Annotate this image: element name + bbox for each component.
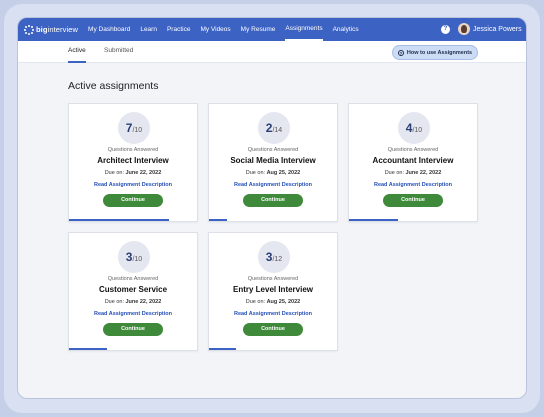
due-date: Due on: June 22, 2022 bbox=[349, 170, 477, 176]
question-circle-icon: ? bbox=[397, 49, 404, 56]
total-count: /10 bbox=[132, 256, 143, 263]
nav-assignments[interactable]: Assignments bbox=[285, 18, 323, 41]
assignment-card: 7/10 Questions Answered Architect Intervie… bbox=[68, 103, 198, 222]
page-title: Active assignments bbox=[68, 80, 159, 92]
progress-bar-fill bbox=[69, 219, 169, 221]
total-count: /10 bbox=[412, 127, 423, 134]
avatar[interactable] bbox=[458, 23, 470, 35]
continue-button[interactable]: Continue bbox=[243, 323, 303, 336]
progress-circle: 3/12 bbox=[258, 241, 290, 273]
due-prefix: Due on: bbox=[245, 170, 266, 176]
due-prefix: Due on: bbox=[384, 170, 404, 176]
how-to-use-label: How to use Assignments bbox=[406, 49, 473, 56]
continue-button[interactable]: Continue bbox=[103, 323, 163, 336]
progress-bar-fill bbox=[209, 348, 236, 350]
due-prefix: Due on: bbox=[104, 299, 124, 305]
total-count: /12 bbox=[272, 256, 283, 263]
assignment-card: 3/12 Questions Answered Entry Level Interv… bbox=[208, 232, 338, 351]
due-date: Due on: Aug 25, 2022 bbox=[209, 299, 337, 305]
help-icon[interactable]: ? bbox=[441, 25, 450, 34]
app-window: biginterview My Dashboard Learn Practice… bbox=[17, 17, 527, 399]
due-date-value: Aug 25, 2022 bbox=[266, 299, 301, 305]
assignment-card: 3/10 Questions Answered Customer Service Du… bbox=[68, 232, 198, 351]
user-name[interactable]: Jessica Powers bbox=[473, 18, 522, 41]
progress-circle: 3/10 bbox=[118, 241, 150, 273]
tab-active[interactable]: Active bbox=[68, 41, 86, 63]
questions-answered-label: Questions Answered bbox=[247, 276, 299, 282]
read-description-link[interactable]: Read Assignment Description bbox=[209, 311, 337, 317]
progress-bar bbox=[209, 219, 337, 221]
due-prefix: Due on: bbox=[104, 170, 124, 176]
logo-icon bbox=[24, 24, 34, 35]
due-date: Due on: June 22, 2022 bbox=[69, 299, 197, 305]
progress-bar bbox=[69, 348, 197, 350]
read-description-link[interactable]: Read Assignment Description bbox=[69, 182, 197, 188]
progress-circle: 2/14 bbox=[258, 112, 290, 144]
read-description-link[interactable]: Read Assignment Description bbox=[349, 182, 477, 188]
assignment-title: Entry Level Interview bbox=[232, 285, 314, 294]
progress-bar-fill bbox=[69, 348, 108, 350]
progress-circle: 7/10 bbox=[118, 112, 150, 144]
questions-answered-label: Questions Answered bbox=[387, 147, 439, 153]
due-prefix: Due on: bbox=[245, 299, 266, 305]
tab-submitted[interactable]: Submitted bbox=[104, 41, 133, 63]
due-date-value: June 22, 2022 bbox=[405, 170, 442, 176]
assignment-card: 2/14 Questions Answered Social Media Inter… bbox=[208, 103, 338, 222]
due-date: Due on: Aug 25, 2022 bbox=[209, 170, 337, 176]
progress-bar bbox=[209, 348, 337, 350]
nav-learn[interactable]: Learn bbox=[140, 18, 157, 41]
assignment-title: Architect Interview bbox=[97, 156, 169, 165]
questions-answered-label: Questions Answered bbox=[107, 276, 159, 282]
total-count: /10 bbox=[132, 127, 143, 134]
top-navbar: biginterview My Dashboard Learn Practice… bbox=[18, 18, 526, 41]
continue-button[interactable]: Continue bbox=[243, 194, 303, 207]
assignment-card: 4/10 Questions Answered Accountant Intervi… bbox=[348, 103, 478, 222]
due-date-value: Aug 25, 2022 bbox=[266, 170, 301, 176]
assignment-title: Social Media Interview bbox=[230, 156, 316, 165]
brand-name: biginterview bbox=[36, 25, 79, 34]
continue-button[interactable]: Continue bbox=[103, 194, 163, 207]
progress-bar bbox=[69, 219, 197, 221]
continue-button[interactable]: Continue bbox=[383, 194, 443, 207]
due-date: Due on: June 22, 2022 bbox=[69, 170, 197, 176]
progress-circle: 4/10 bbox=[398, 112, 430, 144]
nav-practice[interactable]: Practice bbox=[167, 18, 190, 41]
nav-my-dashboard[interactable]: My Dashboard bbox=[88, 18, 130, 41]
read-description-link[interactable]: Read Assignment Description bbox=[69, 311, 197, 317]
nav-my-videos[interactable]: My Videos bbox=[200, 18, 230, 41]
progress-bar-fill bbox=[209, 219, 227, 221]
how-to-use-button[interactable]: ? How to use Assignments bbox=[392, 45, 478, 60]
nav-analytics[interactable]: Analytics bbox=[333, 18, 359, 41]
nav-my-resume[interactable]: My Resume bbox=[241, 18, 276, 41]
due-date-value: June 22, 2022 bbox=[125, 170, 162, 176]
read-description-link[interactable]: Read Assignment Description bbox=[209, 182, 337, 188]
progress-bar-fill bbox=[349, 219, 398, 221]
questions-answered-label: Questions Answered bbox=[247, 147, 299, 153]
progress-bar bbox=[349, 219, 477, 221]
questions-answered-label: Questions Answered bbox=[107, 147, 159, 153]
brand-logo[interactable]: biginterview bbox=[24, 24, 79, 35]
due-date-value: June 22, 2022 bbox=[125, 299, 162, 305]
total-count: /14 bbox=[272, 127, 283, 134]
assignment-title: Customer Service bbox=[98, 285, 168, 294]
assignment-title: Accountant Interview bbox=[372, 156, 454, 165]
